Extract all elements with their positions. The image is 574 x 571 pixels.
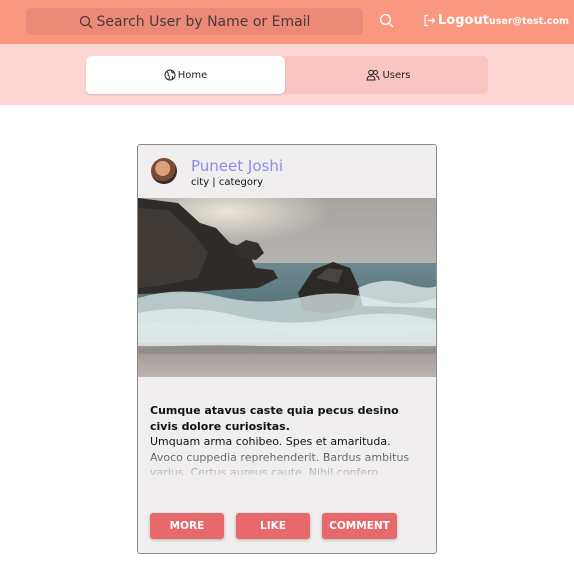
comment-button[interactable]: COMMENT [322,513,397,539]
search-input[interactable]: Search User by Name or Email [26,8,363,35]
like-button[interactable]: LIKE [236,513,310,539]
tab-users[interactable]: Users [289,56,488,94]
logout-label: Logout [438,13,489,28]
nav-tabs: Home Users [86,56,488,94]
tab-users-label: Users [382,69,411,81]
search-button[interactable] [379,13,396,30]
post-image [138,198,436,377]
post-body: Umquam arma cohibeo. Spes et amarituda. … [150,435,410,475]
post-description: Cumque atavus caste quia pecus desino ci… [150,403,420,475]
top-bar: Search User by Name or Email Logout user… [0,0,574,44]
search-icon [79,15,93,28]
author-name[interactable]: Puneet Joshi [191,157,283,175]
more-button[interactable]: MORE [150,513,224,539]
post-card: Puneet Joshi city | category Cumque atav… [137,144,437,554]
users-icon [366,69,380,81]
post-title: Cumque atavus caste quia pecus desino ci… [150,404,399,433]
avatar [151,158,177,184]
tab-home-label: Home [177,69,208,81]
logout-button[interactable]: Logout [423,13,489,28]
search-placeholder: Search User by Name or Email [96,13,311,30]
post-meta: city | category [191,177,264,188]
search-icon [379,13,394,28]
globe-icon [164,69,176,81]
user-email: user@test.com [489,16,569,27]
tab-home[interactable]: Home [86,56,285,94]
logout-icon [424,14,436,27]
